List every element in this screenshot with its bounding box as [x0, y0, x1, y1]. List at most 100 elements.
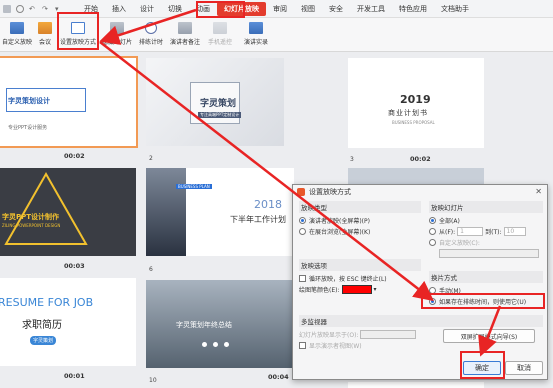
- show-options-group: 放映选项 循环放映，按 ESC 键终止(L) 绘图笔颜色(E): ▾: [299, 259, 421, 295]
- tab-view[interactable]: 视图: [294, 2, 322, 16]
- quick-access-toolbar: ↶ ↷ ▾: [3, 4, 63, 13]
- slide-thumb-6[interactable]: BUSINESS PLAN 2018 下半年工作计划: [146, 168, 294, 256]
- tab-transitions[interactable]: 切换: [161, 2, 189, 16]
- slide-3-timing: 00:02: [410, 155, 431, 163]
- slide-thumb-11[interactable]: [348, 382, 484, 388]
- chevron-down-icon[interactable]: ▾: [374, 286, 377, 293]
- slide-1-subtitle: 专业PPT设计服务: [8, 125, 48, 131]
- rehearse-timings-label: 排练计时: [138, 39, 163, 46]
- cancel-button[interactable]: 取消: [505, 361, 543, 375]
- radio-icon: [429, 217, 436, 224]
- dual-screen-wizard-button[interactable]: 双屏扩展模式向导(S): [443, 329, 535, 343]
- slide-thumb-1[interactable]: 字灵策划设计 专业PPT设计服务: [0, 56, 138, 148]
- tab-security[interactable]: 安全: [322, 2, 350, 16]
- dialog-titlebar: 设置放映方式: [293, 185, 547, 199]
- to-label: 到(T):: [485, 229, 502, 236]
- app-logo-icon: [297, 188, 305, 196]
- custom-show-button[interactable]: 自定义放映: [0, 20, 34, 50]
- show-slides-label: 放映幻灯片: [429, 201, 543, 213]
- show-options-label: 放映选项: [299, 259, 421, 271]
- loop-label: 循环放映，按 ESC 键终止(L): [309, 276, 387, 283]
- slide-3-subtitle: 商业计划书: [388, 109, 428, 117]
- all-slides-radio[interactable]: 全部(A): [429, 215, 543, 226]
- display-on-label: 幻灯片放映显示于(O):: [299, 332, 359, 339]
- radio-icon: [429, 228, 436, 235]
- radio-icon: [299, 228, 306, 235]
- display-on-select[interactable]: [360, 330, 417, 339]
- rehearse-timings-button[interactable]: 排练计时: [136, 20, 166, 50]
- slide-thumb-4[interactable]: 字灵PPT设计制作 ZILING POWERPOINT DESIGN: [0, 168, 136, 256]
- slide-2-number: 2: [149, 155, 153, 162]
- ribbon-tabs: 开始 插入 设计 切换 动画 幻灯片放映 审阅 视图 安全 开发工具 特色应用 …: [77, 1, 476, 16]
- slide-thumb-2[interactable]: 字灵策划 专注高端PPT定制设计: [146, 58, 284, 146]
- presenter-radio-label: 演讲者放映(全屏幕)(P): [309, 218, 370, 225]
- kiosk-radio-label: 在展台浏览(全屏幕)(K): [309, 229, 371, 236]
- phone-remote-icon: [213, 22, 227, 34]
- from-label: 从(F):: [439, 229, 456, 236]
- redo-icon[interactable]: ↷: [42, 5, 50, 13]
- checkbox-icon: [299, 275, 306, 282]
- slide-10-dots: [202, 342, 229, 347]
- tab-review[interactable]: 审阅: [266, 2, 294, 16]
- presenter-view-label: 显示演示者视图(W): [309, 343, 362, 350]
- show-type-label: 放映类型: [299, 201, 421, 213]
- slide-1-title: 字灵策划设计: [8, 97, 50, 105]
- to-input[interactable]: 10: [503, 227, 526, 236]
- custom-show-label: 自定义放映(C):: [439, 240, 480, 247]
- slide-thumb-10[interactable]: 字灵策划年终总结: [146, 280, 294, 368]
- slide-8-timing: 00:01: [64, 372, 85, 380]
- custom-show-select[interactable]: [439, 249, 539, 258]
- from-radio[interactable]: 从(F): 1 到(T): 10: [429, 226, 543, 237]
- slide-6-title: 2018: [254, 198, 282, 211]
- tab-insert[interactable]: 插入: [105, 2, 133, 16]
- close-icon[interactable]: ✕: [535, 187, 542, 196]
- all-slides-label: 全部(A): [439, 218, 460, 225]
- print-icon[interactable]: [16, 4, 24, 13]
- tab-design[interactable]: 设计: [133, 2, 161, 16]
- tab-doc-assistant[interactable]: 文档助手: [434, 2, 476, 16]
- loop-checkbox[interactable]: 循环放映，按 ESC 键终止(L): [299, 273, 421, 284]
- pen-color-row: 绘图笔颜色(E): ▾: [299, 284, 421, 295]
- slide-2-subtitle: 专注高端PPT定制设计: [198, 112, 242, 118]
- slide-10-number: 10: [149, 377, 157, 384]
- hide-slide-button[interactable]: 隐藏幻灯片: [100, 20, 134, 50]
- slide-8-title: RESUME FOR JOB: [0, 296, 94, 309]
- from-input[interactable]: 1: [457, 227, 484, 236]
- speaker-notes-button[interactable]: 演讲者备注: [168, 20, 202, 50]
- radio-icon: [429, 239, 436, 246]
- slide-10-title: 字灵策划年终总结: [176, 321, 232, 329]
- presenter-radio[interactable]: 演讲者放映(全屏幕)(P): [299, 215, 421, 226]
- save-icon[interactable]: [3, 4, 11, 13]
- slide-thumb-3[interactable]: 2019 商业计划书 BUSINESS PROPOSAL: [348, 58, 484, 148]
- phone-remote-label: 手机遥控: [207, 39, 232, 46]
- checkbox-icon: [299, 342, 306, 349]
- set-up-show-highlight: [57, 12, 99, 50]
- use-timings-highlight: [421, 293, 545, 309]
- undo-icon[interactable]: ↶: [29, 5, 37, 13]
- show-slides-group: 放映幻灯片 全部(A) 从(F): 1 到(T): 10 自定义放映(C):: [429, 201, 543, 260]
- pen-color-swatch[interactable]: [341, 285, 372, 294]
- clock-icon: [145, 22, 157, 34]
- ok-button-highlight: [460, 351, 505, 379]
- meeting-button[interactable]: 会议: [34, 20, 56, 50]
- custom-show-radio[interactable]: 自定义放映(C):: [429, 237, 543, 248]
- slide-3-number: 3: [350, 156, 354, 163]
- slide-thumb-8[interactable]: RESUME FOR JOB 求职简历 字灵策划: [0, 278, 136, 366]
- tab-featured[interactable]: 特色应用: [392, 2, 434, 16]
- dialog-title: 设置放映方式: [309, 188, 351, 196]
- slide-8-caption: 字灵策划: [30, 336, 57, 345]
- speech-record-button[interactable]: 演讲实录: [242, 20, 270, 50]
- hide-slide-label: 隐藏幻灯片: [101, 39, 132, 46]
- slide-6-subtitle: 下半年工作计划: [230, 215, 286, 224]
- slide-6-number: 6: [149, 266, 153, 273]
- kiosk-radio[interactable]: 在展台浏览(全屏幕)(K): [299, 226, 421, 237]
- meeting-icon: [38, 22, 52, 34]
- tab-developer[interactable]: 开发工具: [350, 2, 392, 16]
- slide-4-subtitle: ZILING POWERPOINT DESIGN: [2, 223, 61, 228]
- slide-4-timing: 00:03: [64, 262, 85, 270]
- speaker-notes-label: 演讲者备注: [169, 39, 200, 46]
- slide-8-subtitle: 求职简历: [22, 320, 62, 331]
- phone-remote-button[interactable]: 手机遥控: [206, 20, 234, 50]
- multi-monitor-label: 多监视器: [299, 315, 543, 327]
- custom-show-icon: [10, 22, 24, 34]
